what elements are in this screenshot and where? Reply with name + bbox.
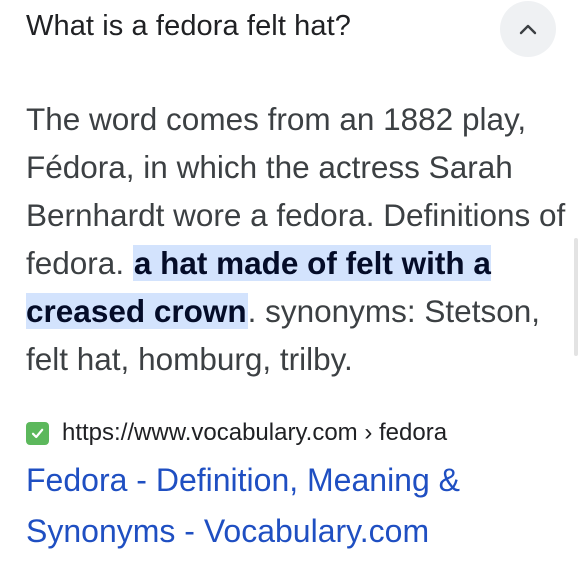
answer-snippet: The word comes from an 1882 play, Fédora… (26, 95, 566, 383)
checkmark-icon (31, 428, 44, 438)
scrollbar[interactable] (574, 238, 578, 356)
question-header[interactable]: What is a fedora felt hat? (0, 0, 580, 60)
site-favicon (26, 421, 49, 445)
collapse-button[interactable] (500, 1, 556, 57)
question-title[interactable]: What is a fedora felt hat? (26, 10, 351, 43)
source-url[interactable]: https://www.vocabulary.com › fedora (62, 419, 447, 447)
source-citation[interactable]: https://www.vocabulary.com › fedora (26, 418, 447, 448)
result-title-link[interactable]: Fedora - Definition, Meaning & Synonyms … (26, 455, 566, 557)
chevron-up-icon (519, 24, 537, 35)
